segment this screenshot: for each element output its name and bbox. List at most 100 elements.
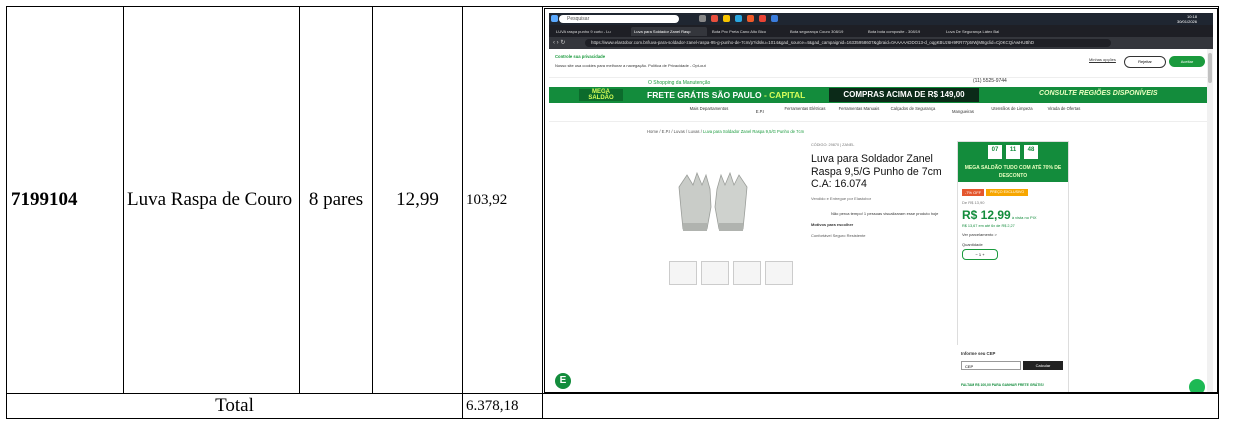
motivos-heading: Motivos para escolher <box>811 221 854 227</box>
empty-cell <box>542 393 1219 419</box>
cep-box: Informe seu CEP CEP Calcular FALTAM R$ 1… <box>957 345 1067 392</box>
clock-date: 30/01/2026 <box>1176 19 1197 24</box>
edge-icon <box>735 15 742 22</box>
cep-input[interactable]: CEP <box>961 361 1021 370</box>
timer-seconds: 48 <box>1024 145 1038 159</box>
browser-tab[interactable]: Bota Pvc Preta Cano Alto Bico <box>709 27 785 36</box>
web-page: Controle sua privacidade Nosso site usa … <box>549 49 1213 392</box>
thumbnail[interactable] <box>733 261 761 285</box>
embedded-screenshot: Pesquisar 10:18 30/01/2026 LUVA raspa pun… <box>549 13 1213 392</box>
timer-minutes: 11 <box>1006 145 1020 159</box>
privacy-text: Nosso site usa cookies para melhorar a n… <box>555 63 706 68</box>
total-label: Total <box>6 393 463 419</box>
countdown-timer: 07 11 48 <box>958 142 1068 164</box>
item-line-total: 103,92 <box>462 6 543 394</box>
product-code: CÓDIGO: 29870 | ZANEL <box>811 143 855 147</box>
address-bar: ‹ › ↻ https://www.elastobor.com.br/luva-… <box>549 37 1213 49</box>
frete-region: - CAPITAL <box>761 90 806 100</box>
browser-tab[interactable]: Luva De Segurança Látex Bal <box>943 27 1019 36</box>
mega-promo: MEGA SALDÃO TUDO COM ATÉ 70% DE DESCONTO <box>958 164 1068 182</box>
taskbar: Pesquisar 10:18 30/01/2026 <box>549 13 1213 25</box>
reject-button[interactable]: Rejeitar <box>1124 56 1166 68</box>
browser-tab[interactable]: Bota segurança Couro 308/19 <box>787 27 863 36</box>
chrome-icon <box>759 15 766 22</box>
privacy-title: Controle sua privacidade <box>555 54 606 59</box>
scrollbar-thumb[interactable] <box>1208 53 1212 83</box>
price-note: à vista no PIX <box>1010 215 1037 220</box>
browser-tab[interactable]: Luva para Soldador Zanel Rasp <box>631 27 707 36</box>
mega-saldao-logo: MEGA SALDÃO <box>579 89 623 101</box>
promo-banner[interactable]: MEGA SALDÃO FRETE GRÁTIS SÃO PAULO - CAP… <box>549 87 1213 103</box>
product-image[interactable] <box>669 167 759 237</box>
browser-icon <box>711 15 718 22</box>
menu-item[interactable]: Calçados de Segurança <box>889 106 937 111</box>
menu-item[interactable]: Mais Departamentos <box>679 106 739 111</box>
installments: R$ 13,67 em até 6x de R$ 2,27 <box>962 224 1015 228</box>
browser-tab[interactable]: Bota bota composite - 308/19 <box>865 27 941 36</box>
product-name: Luva para Soldador Zanel Raspa 9,5/G Pun… <box>811 153 942 190</box>
app-icon <box>747 15 754 22</box>
menu-item[interactable]: Mangueiras <box>943 109 983 114</box>
product-seller: Vendido e Entregue por Elastobor <box>811 195 872 201</box>
store-icon <box>771 15 778 22</box>
screenshot-frame: Pesquisar 10:18 30/01/2026 LUVA raspa pun… <box>544 8 1218 393</box>
price-value: R$ 12,99 <box>962 208 1011 222</box>
breadcrumb: Home / E.P.I / Luvas / Luvas / Luva para… <box>647 129 804 134</box>
frete-notice: FALTAM R$ 100,00 PARA GANHAR FRETE GRÁTI… <box>961 383 1044 387</box>
table-row: 7199104 Luva Raspa de Couro 8 pares 12,9… <box>6 6 1219 394</box>
invoice-table: 7199104 Luva Raspa de Couro 8 pares 12,9… <box>6 6 1219 419</box>
product-info: CÓDIGO: 29870 | ZANEL Luva para Soldador… <box>811 143 951 238</box>
windows-icon <box>551 15 558 22</box>
taskview-icon <box>699 15 706 22</box>
item-quantity: 8 pares <box>299 6 373 394</box>
parcelamento-link[interactable]: Ver parcelamento > <box>962 232 997 237</box>
thumbnail[interactable] <box>701 261 729 285</box>
menu-item[interactable]: Ferramentas Manuais <box>835 106 883 111</box>
item-code: 7199104 <box>6 6 124 394</box>
url-field[interactable]: https://www.elastobor.com.br/luva-para-s… <box>585 39 1111 47</box>
thumbnail[interactable] <box>765 261 793 285</box>
item-unit-price: 12,99 <box>372 6 463 394</box>
privacy-options-link[interactable]: Minhas opções <box>1089 57 1116 62</box>
whatsapp-icon[interactable] <box>1189 379 1205 392</box>
frete-text: FRETE GRÁTIS SÃO PAULO - CAPITAL <box>647 90 805 100</box>
elastobor-logo-icon[interactable]: E <box>555 373 571 389</box>
category-menu: Mais Departamentos E.P.I Ferramentas Elé… <box>549 103 1213 122</box>
site-slogan: O Shopping da Manutenção <box>648 80 711 86</box>
taskbar-search: Pesquisar <box>559 15 679 23</box>
screenshot-cell: Pesquisar 10:18 30/01/2026 LUVA raspa pun… <box>542 6 1219 394</box>
privacy-bar: Controle sua privacidade Nosso site usa … <box>549 49 1213 78</box>
exclusive-badge: PREÇO EXCLUSIVO SITE <box>986 189 1028 201</box>
total-row: Total 6.378,18 <box>6 393 1219 419</box>
browser-tabs: LUVA raspa punho 9 curto - Lu Luva para … <box>549 25 1213 37</box>
menu-item[interactable]: Virada de Ofertas <box>1041 106 1087 111</box>
menu-item[interactable]: Ferramentas Elétricas <box>781 106 829 111</box>
frete-main: FRETE GRÁTIS SÃO PAULO <box>647 90 762 100</box>
scrollbar[interactable] <box>1207 49 1213 392</box>
accept-button[interactable]: Aceitar <box>1169 56 1205 67</box>
menu-item[interactable]: Utensílios de Limpeza <box>989 106 1035 111</box>
calcular-button[interactable]: Calcular <box>1023 361 1063 370</box>
total-value: 6.378,18 <box>462 393 543 419</box>
watch-notice: Não perca tempo! 1 pessoas visualizaram … <box>831 210 939 216</box>
regioes-text: CONSULTE REGIÕES DISPONÍVEIS <box>1039 90 1158 97</box>
site-phone: (11) 5525-9744 <box>973 78 1007 84</box>
thumbnail[interactable] <box>669 261 697 285</box>
menu-item[interactable]: E.P.I <box>745 109 775 114</box>
nav-arrows-icon[interactable]: ‹ › ↻ <box>553 39 565 46</box>
discount-badge: -7% OFF <box>962 189 984 196</box>
cep-label: Informe seu CEP <box>961 351 996 356</box>
feature-list: Confortável Seguro Resistente <box>811 232 866 238</box>
folder-icon <box>723 15 730 22</box>
price: R$ 12,99 à vista no PIX <box>962 208 1037 222</box>
old-price: De R$ 13,90 <box>962 200 985 205</box>
quantity-stepper[interactable]: − 1 + <box>962 249 998 260</box>
timer-hours: 07 <box>988 145 1002 159</box>
browser-tab[interactable]: LUVA raspa punho 9 curto - Lu <box>553 27 629 36</box>
quantity-label: Quantidade <box>962 242 983 247</box>
breadcrumb-path[interactable]: Home / E.P.I / Luvas / Luvas / <box>647 129 703 134</box>
item-description: Luva Raspa de Couro <box>123 6 300 394</box>
breadcrumb-current: Luva para Soldador Zanel Raspa 9,5/G Pun… <box>703 129 805 134</box>
compras-text: COMPRAS ACIMA DE R$ 149,00 <box>829 88 979 102</box>
taskbar-clock: 10:18 30/01/2026 <box>1177 14 1197 24</box>
